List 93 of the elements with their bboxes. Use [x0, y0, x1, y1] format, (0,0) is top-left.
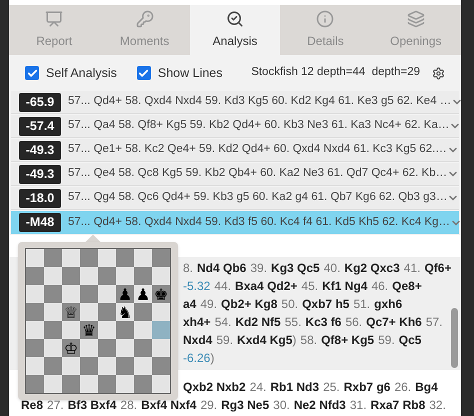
search-icon [226, 10, 244, 28]
tab[interactable]: Analysis [190, 5, 280, 55]
move-text[interactable]: Re8 [21, 398, 44, 412]
move-number: 56. [345, 315, 362, 329]
evaluation-badge: -57.4 [19, 116, 61, 136]
move-number: ) [292, 333, 296, 347]
chess-piece[interactable]: ♔ [64, 339, 78, 358]
move-text[interactable]: Kxd4 Kg5 [237, 333, 292, 347]
info-icon [316, 10, 334, 28]
move-text[interactable]: Qe8+ [392, 279, 422, 293]
line-moves: 57... Qg4 58. Qc6 Qd4+ 59. Kb3 g5 60. Ka2 g4 61. Qb7 Kg6 62. Qb3 g3… [68, 190, 448, 206]
move-text[interactable]: Nd4 Qb6 [197, 261, 246, 275]
engine-info: Stockfish 12 depth=44 depth=29 [251, 65, 420, 80]
move-text[interactable]: Kf1 Ng4 [322, 279, 368, 293]
move-number: 29. [200, 398, 218, 412]
chess-piece[interactable]: ♟ [118, 285, 132, 304]
key-icon [136, 10, 154, 28]
move-text[interactable]: a4 [183, 297, 196, 311]
move-number: 39. [250, 261, 268, 275]
move-text[interactable]: Kc3 f6 [305, 315, 342, 329]
move-number: 59. [378, 333, 395, 347]
scrollbar[interactable] [451, 308, 458, 368]
move-text[interactable]: Qxb7 h5 [302, 297, 350, 311]
checkbox[interactable] [136, 66, 151, 80]
move-text[interactable]: Kd2 Nf5 [235, 315, 281, 329]
move-number: 32. [429, 398, 446, 412]
move-number: 8. [183, 261, 194, 275]
move-text[interactable]: Qc5 [398, 333, 422, 347]
move-text[interactable]: gxh6 [374, 297, 402, 311]
move-number: 27. [47, 398, 64, 412]
layers-icon [406, 10, 425, 28]
evaluation-text: -5.32 [183, 279, 210, 293]
evaluation-badge: -49.3 [19, 140, 61, 160]
move-text[interactable]: Bf3 Bxf4 [68, 398, 116, 412]
move-text[interactable]: Nxd4 [183, 333, 212, 347]
move-text[interactable]: Qb2+ Kg8 [221, 297, 278, 311]
move-number: 57. [426, 315, 443, 329]
evaluation-badge: -49.3 [19, 164, 61, 184]
chess-piece[interactable]: ♞ [118, 303, 132, 322]
chess-piece[interactable]: ♛ [82, 321, 96, 340]
move-text[interactable]: Ne2 Nfd3 [294, 398, 346, 412]
evaluation-badge: -M48 [19, 213, 61, 232]
move-number: 46. [371, 279, 388, 293]
evaluation-badge: -18.0 [19, 188, 61, 208]
move-number: 31. [350, 398, 367, 412]
line-moves: 57... Qe4 58. Qc8 Kg5 59. Kb2 Qb4+ 60. Ka2 Ne3 61. Qd7 Qc4+ 62. Kb… [68, 166, 448, 182]
chess-piece[interactable]: ♕ [64, 303, 78, 322]
line-moves: 57... Qd4+ 58. Qxd4 Nxd4 59. Kd3 f5 60. Kc4 f4 61. Kd5 Kh5 62. Kc4 Kg… [68, 214, 450, 230]
move-number: 26. [394, 380, 412, 394]
move-text[interactable]: Qc7+ Kh6 [366, 315, 422, 329]
chess-piece[interactable]: ♚ [154, 285, 168, 304]
evaluation-text: -6.26 [183, 351, 210, 365]
move-number: 51. [353, 297, 370, 311]
easel-chart-icon [45, 10, 64, 28]
move-text[interactable]: Bxf4 Nxf4 [141, 398, 196, 412]
move-number: 45. [301, 279, 318, 293]
highlighted-square[interactable] [152, 321, 170, 339]
checkbox[interactable] [25, 66, 39, 80]
move-text[interactable]: Rg3 Ne5 [221, 398, 270, 412]
move-number: 59. [216, 333, 234, 347]
move-number: 25. [323, 380, 340, 394]
move-number: 28. [120, 398, 138, 412]
move-number: 58. [300, 333, 318, 347]
move-text[interactable]: Qf8+ Kg5 [321, 333, 374, 347]
settings-icon[interactable] [432, 66, 445, 80]
evaluation-badge: -65.9 [19, 92, 61, 112]
chess-piece[interactable]: ♟ [136, 285, 150, 304]
move-text[interactable]: xh4+ [183, 315, 211, 329]
move-text[interactable]: Qxb2 Nxb2 [183, 380, 246, 394]
line-moves: 57... Qa4 58. Qf8+ Kg5 59. Kb2 Qd4+ 60. Kb3 Ne3 61. Ka3 Nc4+ 62. Ka… [68, 118, 450, 134]
move-number: 44. [214, 279, 232, 293]
move-number: 50. [281, 297, 298, 311]
line-moves: 57... Qd4+ 58. Qxd4 Nxd4 59. Kd3 Kg5 60. Kd2 Kg4 61. Ke3 g5 62. Ke4 … [68, 94, 452, 110]
move-text[interactable]: Rb1 Nd3 [270, 380, 320, 394]
move-text[interactable]: Bg4 [415, 380, 438, 394]
move-text[interactable]: Rxa7 Rb8 [370, 398, 426, 412]
move-number: 54. [214, 315, 232, 329]
move-text[interactable]: Qf6+ [424, 261, 452, 275]
move-text[interactable]: Kg2 Qxc3 [344, 261, 400, 275]
move-number: 41. [404, 261, 420, 275]
move-text[interactable]: Kg3 Qc5 [271, 261, 320, 275]
checkbox-label: Self Analysis [46, 64, 117, 82]
move-number: 49. [200, 297, 218, 311]
checkbox-label: Show Lines [158, 64, 222, 82]
move-number: 30. [273, 398, 290, 412]
move-text[interactable]: Rxb7 g6 [344, 380, 390, 394]
move-text[interactable]: Bxa4 Qd2+ [235, 279, 298, 293]
move-number: 55. [284, 315, 302, 329]
chessboard[interactable]: ♟ ♟ ♚ ♕ ♞ ♛ ♔ [25, 248, 171, 394]
line-moves: 57... Qe1+ 58. Kc2 Qe4+ 59. Kd2 Qd4+ 60. Qxd4 Nxd4 61. Kc3 Kg5 62.… [68, 142, 447, 158]
move-number: ) [210, 351, 214, 365]
move-number: 24. [250, 380, 266, 394]
move-number: 40. [324, 261, 340, 275]
